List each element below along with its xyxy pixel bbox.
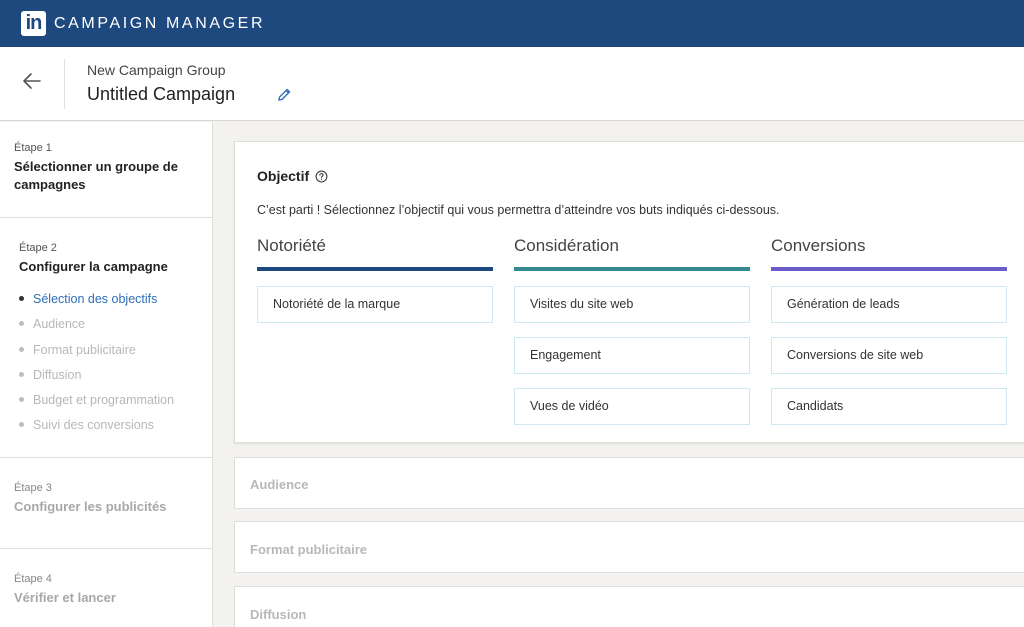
objective-option-job-applicants[interactable]: Candidats xyxy=(771,388,1007,425)
objective-option-brand-awareness[interactable]: Notoriété de la marque xyxy=(257,286,493,323)
step-title: Sélectionner un groupe de campagnes xyxy=(14,159,178,192)
arrow-left-icon[interactable] xyxy=(20,69,44,93)
objective-option-website-conversions[interactable]: Conversions de site web xyxy=(771,337,1007,374)
column-title: Notoriété xyxy=(257,236,326,255)
help-icon[interactable] xyxy=(315,170,328,183)
section-title: Format publicitaire xyxy=(250,542,368,557)
sidebar-item-conversions[interactable]: Suivi des conversions xyxy=(19,416,193,441)
column-title: Conversions xyxy=(771,236,866,255)
step-title: Vérifier et lancer xyxy=(14,590,116,605)
pencil-icon[interactable] xyxy=(277,87,292,102)
sidebar-item-placement[interactable]: Diffusion xyxy=(19,366,193,391)
objective-option-website-visits[interactable]: Visites du site web xyxy=(514,286,750,323)
steps-sidebar: Étape 1 Sélectionner un groupe de campag… xyxy=(0,122,213,627)
section-placement[interactable]: Diffusion xyxy=(234,586,1024,627)
section-ad-format[interactable]: Format publicitaire xyxy=(234,521,1024,573)
column-awareness: Notoriété Notoriété de la marque xyxy=(257,236,493,337)
objective-title: Objectif xyxy=(257,168,328,184)
column-color-bar xyxy=(771,267,1007,271)
column-conversions: Conversions Génération de leads Conversi… xyxy=(771,236,1007,439)
step-2[interactable]: Étape 2 Configurer la campagne Sélection… xyxy=(0,218,212,458)
linkedin-logo-icon[interactable]: in xyxy=(21,11,46,36)
campaign-header: New Campaign Group Untitled Campaign xyxy=(0,47,1024,121)
objective-option-video-views[interactable]: Vues de vidéo xyxy=(514,388,750,425)
top-navbar: in CAMPAIGN MANAGER xyxy=(0,0,1024,47)
column-title: Considération xyxy=(514,236,619,255)
step-3[interactable]: Étape 3 Configurer les publicités xyxy=(0,458,212,549)
sidebar-item-ad-format[interactable]: Format publicitaire xyxy=(19,341,193,366)
column-color-bar xyxy=(514,267,750,271)
step-2-items: Sélection des objectifs Audience Format … xyxy=(19,290,193,442)
objective-option-lead-generation[interactable]: Génération de leads xyxy=(771,286,1007,323)
step-1[interactable]: Étape 1 Sélectionner un groupe de campag… xyxy=(0,122,212,218)
campaign-title: Untitled Campaign xyxy=(87,84,236,104)
step-title: Configurer la campagne xyxy=(19,259,168,274)
section-audience[interactable]: Audience xyxy=(234,457,1024,509)
section-title: Audience xyxy=(250,477,309,492)
step-label: Étape 2 xyxy=(19,242,57,254)
section-title: Diffusion xyxy=(250,607,307,622)
sidebar-item-budget[interactable]: Budget et programmation xyxy=(19,391,193,416)
sidebar-item-audience[interactable]: Audience xyxy=(19,315,193,340)
step-title: Configurer les publicités xyxy=(14,499,167,514)
objective-description: C’est parti ! Sélectionnez l’objectif qu… xyxy=(257,203,780,217)
step-4[interactable]: Étape 4 Vérifier et lancer xyxy=(0,549,212,627)
column-color-bar xyxy=(257,267,493,271)
step-label: Étape 1 xyxy=(14,142,52,154)
objective-card: Objectif C’est parti ! Sélectionnez l’ob… xyxy=(234,141,1024,443)
header-divider xyxy=(64,59,65,109)
app-name: CAMPAIGN MANAGER xyxy=(54,14,266,32)
campaign-group-name: New Campaign Group xyxy=(87,62,226,78)
step-label: Étape 4 xyxy=(14,573,52,585)
sidebar-item-objectives[interactable]: Sélection des objectifs xyxy=(19,290,193,315)
objective-title-text: Objectif xyxy=(257,168,310,184)
column-consideration: Considération Visites du site web Engage… xyxy=(514,236,750,439)
objective-option-engagement[interactable]: Engagement xyxy=(514,337,750,374)
step-label: Étape 3 xyxy=(14,482,52,494)
